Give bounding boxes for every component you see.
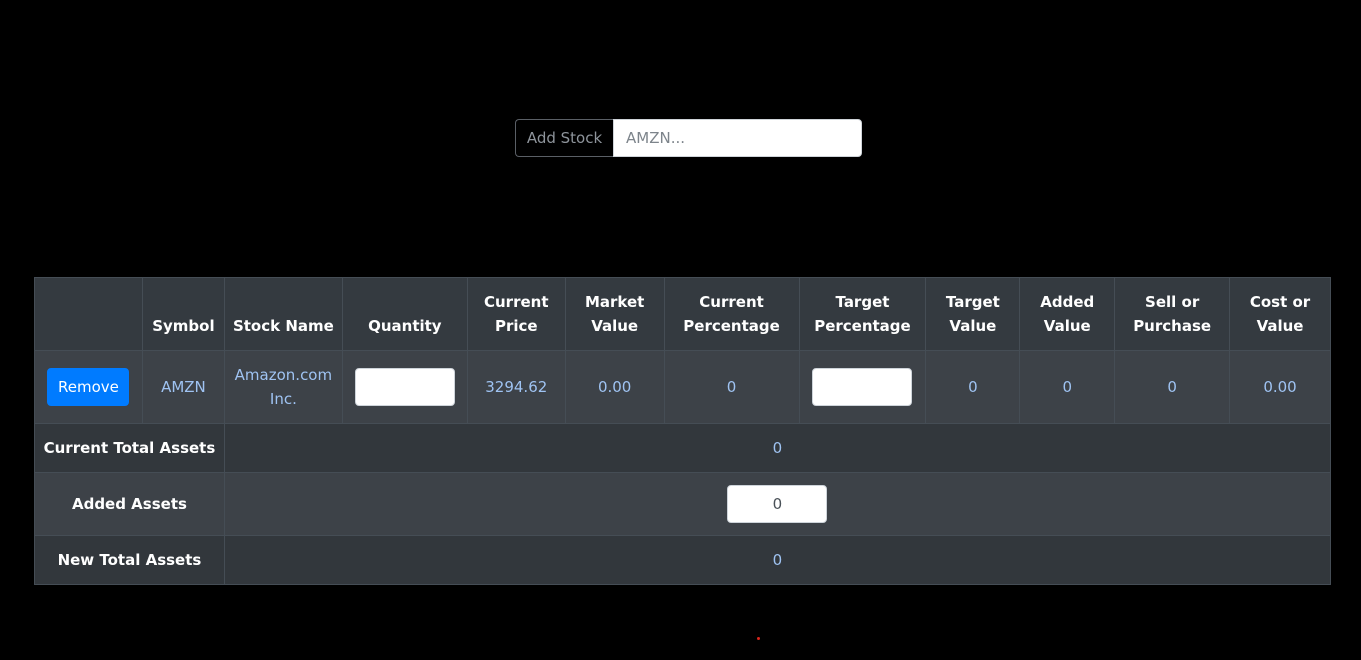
header-current-price: Current Price — [466, 277, 566, 351]
new-total-assets-label: New Total Assets — [34, 535, 225, 585]
market-value-cell: 0.00 — [564, 350, 665, 424]
add-stock-label: Add Stock — [515, 119, 613, 157]
current-total-assets-value: 0 — [223, 423, 1332, 473]
added-value-cell: 0 — [1019, 350, 1116, 424]
new-total-assets-row: New Total Assets 0 — [34, 535, 1332, 585]
added-assets-cell — [223, 472, 1332, 536]
header-quantity: Quantity — [341, 277, 468, 351]
header-cost-or-value: Cost or Value — [1229, 277, 1331, 351]
current-percentage-cell: 0 — [663, 350, 800, 424]
header-action — [34, 277, 143, 351]
table-header: Symbol Stock Name Quantity Current Price… — [34, 277, 1331, 351]
table-row: Remove AMZN Amazon.com Inc. 3294.62 0.00… — [34, 350, 1331, 424]
current-price-cell: 3294.62 — [466, 350, 566, 424]
portfolio-table: Symbol Stock Name Quantity Current Price… — [34, 277, 1332, 585]
header-current-percentage: Current Percentage — [663, 277, 800, 351]
header-market-value: Market Value — [564, 277, 665, 351]
header-added-value: Added Value — [1019, 277, 1116, 351]
add-stock-input[interactable] — [613, 119, 862, 157]
remove-button[interactable]: Remove — [47, 368, 130, 406]
header-row: Symbol Stock Name Quantity Current Price… — [34, 277, 1331, 351]
header-symbol: Symbol — [141, 277, 225, 351]
header-stock-name: Stock Name — [223, 277, 343, 351]
quantity-input[interactable] — [354, 368, 455, 406]
symbol-cell: AMZN — [141, 350, 225, 424]
current-total-assets-label: Current Total Assets — [34, 423, 225, 473]
stock-name-cell: Amazon.com Inc. — [223, 350, 343, 424]
header-target-value: Target Value — [925, 277, 1021, 351]
cost-or-value-cell: 0.00 — [1229, 350, 1331, 424]
header-target-percentage: Target Percentage — [798, 277, 927, 351]
added-assets-input[interactable] — [727, 485, 828, 523]
current-total-assets-row: Current Total Assets 0 — [34, 423, 1332, 473]
target-percentage-cell — [798, 350, 927, 424]
cursor-dot — [757, 637, 760, 640]
add-stock-group: Add Stock — [515, 119, 862, 157]
target-percentage-input[interactable] — [812, 368, 913, 406]
remove-cell: Remove — [34, 350, 143, 424]
target-value-cell: 0 — [925, 350, 1021, 424]
quantity-cell — [341, 350, 468, 424]
header-sell-or-purchase: Sell or Purchase — [1114, 277, 1231, 351]
new-total-assets-value: 0 — [223, 535, 1332, 585]
sell-or-purchase-cell: 0 — [1114, 350, 1231, 424]
added-assets-label: Added Assets — [34, 472, 225, 536]
added-assets-row: Added Assets — [34, 472, 1332, 536]
